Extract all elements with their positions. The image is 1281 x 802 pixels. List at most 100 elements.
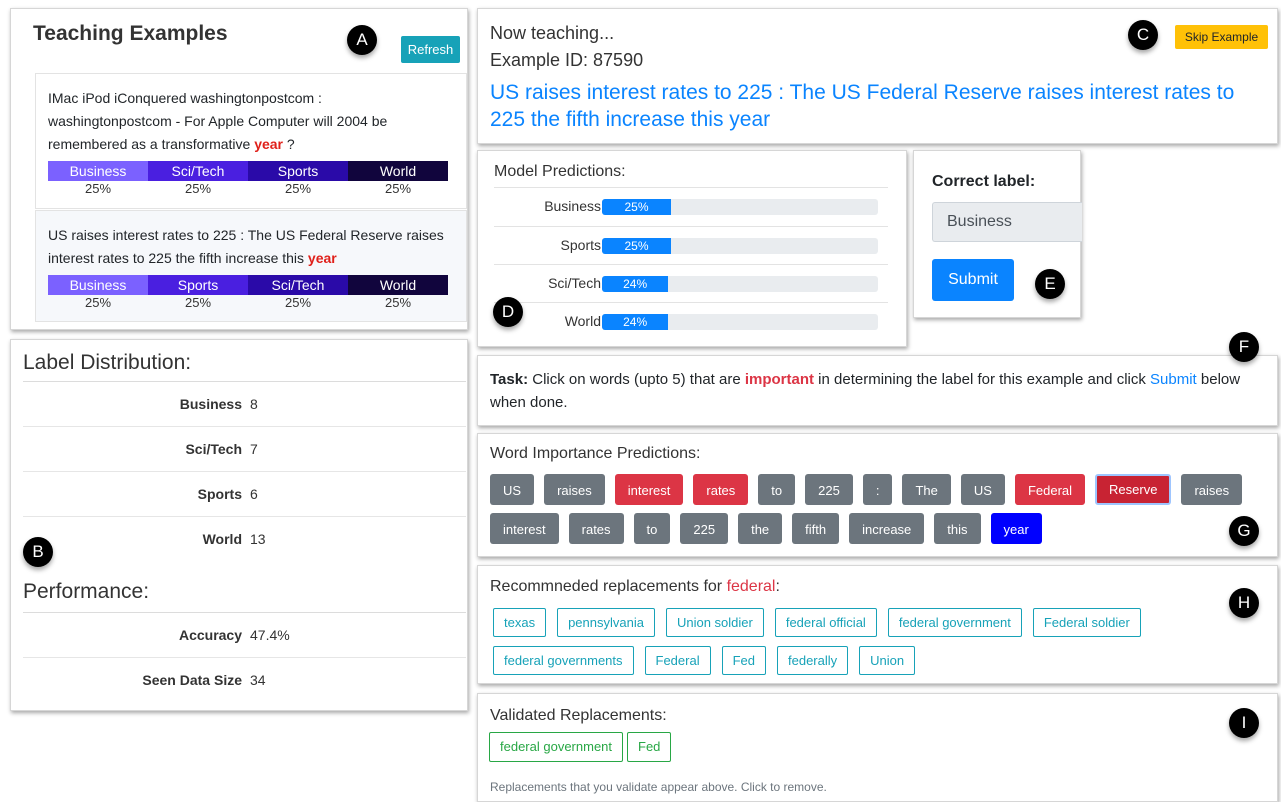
word-chip[interactable]: interest: [614, 474, 684, 505]
word-chip[interactable]: to: [758, 474, 796, 505]
word-chip[interactable]: fifth: [792, 513, 840, 544]
label-percent-row: 25% 25% 25% 25%: [48, 295, 448, 310]
refresh-button[interactable]: Refresh: [401, 36, 460, 63]
validated-title: Validated Replacements:: [490, 707, 667, 724]
task-panel: Task: Click on words (upto 5) that are i…: [477, 355, 1278, 426]
word-chip[interactable]: Reserve: [1095, 474, 1172, 505]
row-label: Seen Data Size: [142, 672, 242, 688]
prediction-fill: 25%: [602, 238, 671, 254]
word-chip[interactable]: rates: [568, 513, 624, 544]
validated-chip[interactable]: federal government: [489, 732, 624, 762]
marker-f: F: [1229, 332, 1259, 362]
label-segment: Business: [48, 161, 148, 181]
prediction-row: World 24%: [494, 302, 888, 340]
replacement-chip[interactable]: Union: [859, 646, 916, 675]
row-value: 13: [250, 531, 266, 547]
skip-example-button[interactable]: Skip Example: [1175, 25, 1268, 49]
word-chip[interactable]: 225: [805, 474, 853, 505]
replacement-chip[interactable]: Fed: [721, 646, 766, 675]
teaching-example-1[interactable]: IMac iPod iConquered washingtonpostcom :…: [35, 73, 467, 209]
label-distribution-title: Label Distribution:: [23, 351, 192, 374]
prediction-row: Business 25%: [494, 187, 888, 225]
performance-title: Performance:: [23, 580, 150, 603]
recommended-replacements-panel: Recommneded replacements for federal: te…: [477, 565, 1278, 684]
example-id: Example ID: 87590: [490, 50, 644, 70]
replacement-chip[interactable]: federally: [777, 646, 849, 675]
label-percent: 25%: [384, 181, 412, 196]
row-value: 34: [250, 672, 266, 688]
teaching-example-2[interactable]: US raises interest rates to 225 : The US…: [35, 210, 467, 322]
replacement-chip[interactable]: Union soldier: [665, 608, 764, 637]
word-chip[interactable]: increase: [849, 513, 925, 544]
task-instructions: Task: Click on words (upto 5) that are i…: [490, 371, 1241, 411]
word-chip[interactable]: interest: [490, 513, 559, 544]
distribution-row: Sports 6: [23, 472, 466, 517]
marker-i: I: [1229, 708, 1259, 738]
validated-replacements-panel: Validated Replacements: federal governme…: [477, 693, 1278, 802]
row-value: 47.4%: [250, 627, 290, 643]
distribution-row: Sci/Tech 7: [23, 427, 466, 472]
target-word: federal: [726, 578, 776, 595]
word-chip[interactable]: The: [902, 474, 951, 505]
submit-button[interactable]: Submit: [932, 259, 1014, 301]
correct-label-select[interactable]: Business: [932, 202, 1082, 242]
label-percent: 25%: [84, 295, 112, 310]
marker-h: H: [1229, 588, 1259, 618]
validated-chip[interactable]: Fed: [627, 732, 672, 762]
example-text: IMac iPod iConquered washingtonpostcom :…: [48, 90, 388, 152]
prediction-fill: 25%: [602, 199, 671, 215]
prediction-label: Business: [544, 198, 601, 214]
row-label: Sci/Tech: [185, 441, 242, 457]
now-teaching-panel: Now teaching... Example ID: 87590 US rai…: [477, 8, 1278, 144]
distribution-row: Business 8: [23, 382, 466, 427]
current-example-sentence: US raises interest rates to 225 : The US…: [490, 81, 1235, 131]
replacement-chip[interactable]: federal governments: [493, 646, 634, 675]
prediction-fill: 24%: [602, 276, 669, 292]
label-segment: World: [348, 161, 448, 181]
label-percent-row: 25% 25% 25% 25%: [48, 181, 448, 196]
model-predictions-title: Model Predictions:: [494, 163, 626, 180]
marker-e: E: [1035, 269, 1065, 299]
replacement-chip[interactable]: federal government: [887, 608, 1022, 637]
word-chip[interactable]: raises: [544, 474, 605, 505]
word-chip[interactable]: the: [738, 513, 783, 544]
word-chip[interactable]: this: [934, 513, 981, 544]
prediction-row: Sci/Tech 24%: [494, 264, 888, 302]
recommended-title: Recommneded replacements for federal:: [490, 578, 780, 595]
replacement-chip[interactable]: pennsylvania: [557, 608, 655, 637]
replacement-chip[interactable]: Federal soldier: [1032, 608, 1141, 637]
now-teaching-label: Now teaching...: [490, 23, 615, 43]
prediction-bar: 24%: [602, 276, 878, 292]
marker-b: B: [23, 537, 53, 567]
word-chip[interactable]: rates: [693, 474, 749, 505]
word-chip-list: US raises interest rates to 225: The US Federal R…: [490, 474, 1270, 544]
validated-note: Replacements that you validate appear ab…: [490, 780, 827, 794]
label-segment: World: [348, 275, 448, 295]
submit-link[interactable]: Submit: [1150, 371, 1197, 388]
replacement-chip[interactable]: federal official: [774, 608, 877, 637]
highlighted-word: year: [254, 136, 284, 152]
teaching-examples-panel: Teaching Examples Refresh IMac iPod iCon…: [10, 8, 468, 330]
row-label: Business: [179, 396, 242, 412]
highlighted-word: year: [307, 250, 337, 266]
label-segment: Sports: [248, 161, 348, 181]
word-chip[interactable]: to: [633, 513, 671, 544]
example-text: US raises interest rates to 225 : The US…: [48, 227, 444, 266]
word-chip[interactable]: 225: [680, 513, 729, 544]
word-chip[interactable]: Federal: [1014, 474, 1086, 505]
word-chip[interactable]: :: [862, 474, 893, 505]
label-percent: 25%: [284, 295, 312, 310]
word-chip[interactable]: US: [960, 474, 1005, 505]
word-chip[interactable]: US: [490, 474, 535, 505]
teaching-examples-title: Teaching Examples: [33, 22, 228, 45]
performance-row: Accuracy 47.4%: [23, 613, 466, 658]
replacement-chip[interactable]: texas: [493, 608, 547, 637]
row-value: 7: [250, 441, 258, 457]
label-percent: 25%: [284, 181, 312, 196]
word-chip[interactable]: year: [990, 513, 1042, 544]
word-chip[interactable]: raises: [1181, 474, 1243, 505]
prediction-label: World: [564, 313, 601, 329]
prediction-label: Sci/Tech: [548, 275, 601, 291]
label-segment: Sports: [148, 275, 248, 295]
replacement-chip[interactable]: Federal: [644, 646, 711, 675]
